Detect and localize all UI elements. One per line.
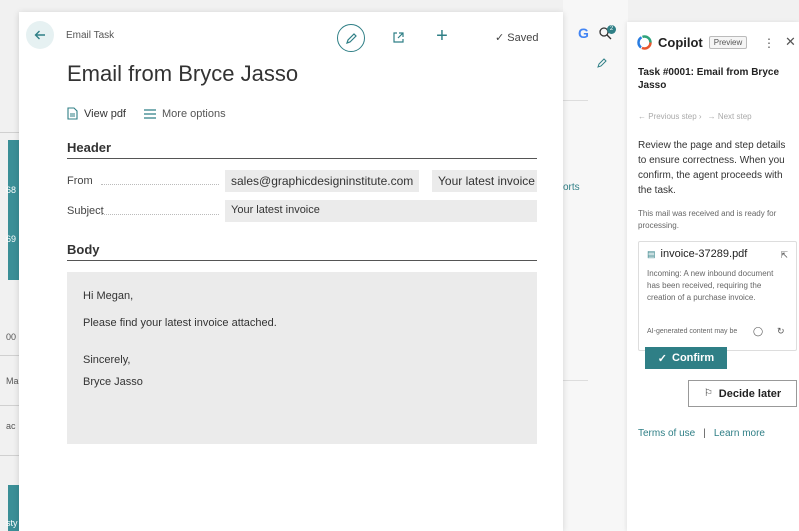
background-divider [0,355,20,356]
link-separator: | [703,428,706,439]
document-icon [67,107,78,120]
page-title: Email from Bryce Jasso [67,61,299,86]
header-section-title: Header [67,140,537,159]
arrow-left-icon [34,30,45,40]
pencil-icon [345,32,357,44]
learn-more-link[interactable]: Learn more [714,428,765,439]
add-button[interactable]: + [433,26,451,46]
google-icon[interactable]: G [578,25,589,41]
copilot-title: Copilot [658,35,703,50]
copilot-header: Copilot Preview [637,35,748,50]
field-leader-dots [101,184,219,185]
attachment-card: ▤ invoice-37289.pdf ⇱ Incoming: A new in… [638,241,797,351]
action-bar: View pdf More options [67,107,226,120]
copilot-note: This mail was received and is ready for … [638,209,777,230]
field-leader-dots [101,214,219,215]
confirm-label: Confirm [672,352,715,364]
background-link[interactable]: orts [563,182,580,193]
background-fragment: 69 [6,234,17,244]
subject-field[interactable]: Your latest invoice [225,200,537,222]
background-fragment: 68 [6,185,17,195]
pencil-icon[interactable] [597,58,607,68]
saved-label: Saved [507,32,539,44]
next-step-label: Next step [717,112,752,121]
flag-icon: ⚐ [703,388,713,399]
menu-icon [144,108,156,119]
subject-label: Subject [67,205,104,217]
view-pdf-action[interactable]: View pdf [67,107,126,120]
notification-badge: 2 [607,25,616,34]
copilot-panel: Copilot Preview ⋮ ✕ Task #0001: Email fr… [627,22,799,531]
attachment-name: invoice-37289.pdf [660,248,748,260]
more-options-icon[interactable]: ⋮ [763,36,775,50]
background-fragment: Ma [6,376,19,386]
step-navigation: ← Previous step › → Next step [638,112,752,121]
background-middle-pane [563,0,628,531]
share-button[interactable] [389,28,407,46]
background-fragment: sty [6,518,18,528]
decide-later-label: Decide later [718,387,782,400]
body-line: Please find your latest invoice attached… [83,317,277,330]
breadcrumb: Email Task [66,30,115,41]
body-section-title: Body [67,242,537,261]
previous-step-label: Previous step [648,112,697,121]
previous-step-button[interactable]: ← Previous step › [638,112,702,121]
body-closing: Sincerely, [83,354,131,367]
body-greeting: Hi Megan, [83,290,134,302]
background-fragment: ac [6,421,16,431]
background-divider [0,405,20,406]
background-fragment: 00 [6,332,17,342]
plus-icon: + [436,25,448,47]
background-divider [563,100,588,101]
confirm-button[interactable]: ✓ Confirm [645,347,727,369]
saved-status: ✓ Saved [495,31,538,44]
background-divider [563,380,588,381]
checkmark-icon: ✓ [657,352,668,365]
attachment-summary: Incoming: A new inbound document has bee… [647,269,774,302]
background-divider [0,132,20,133]
ai-disclaimer: AI-generated content may be [647,328,738,335]
view-pdf-label: View pdf [84,107,126,120]
next-step-button[interactable]: → Next step [708,112,752,121]
preview-badge: Preview [708,36,748,49]
task-title: Task #0001: Email from Bryce Jasso [638,67,780,91]
open-external-icon[interactable]: ⇱ [780,250,788,261]
more-options-action[interactable]: More options [144,108,226,120]
from-secondary-field[interactable]: Your latest invoice [432,170,537,192]
refresh-icon[interactable]: ↻ [777,326,785,337]
terms-of-use-link[interactable]: Terms of use [638,428,695,439]
background-divider [0,455,20,456]
edit-button[interactable] [337,24,365,52]
checkmark-icon: ✓ [495,32,505,44]
email-body: Hi Megan, Please find your latest invoic… [67,272,537,444]
share-icon [392,31,404,43]
close-icon[interactable]: ✕ [785,34,796,50]
copilot-description: Review the page and step details to ensu… [638,140,786,196]
more-options-label: More options [162,107,226,120]
decide-later-button[interactable]: ⚐ Decide later [688,380,797,407]
file-icon: ▤ [647,248,656,259]
copilot-logo-icon [637,35,652,50]
from-field[interactable]: sales@graphicdesigninstitute.com [225,170,419,192]
attachment-file[interactable]: ▤ invoice-37289.pdf [647,248,788,260]
body-signature: Bryce Jasso [83,375,143,388]
back-button[interactable] [26,21,54,49]
feedback-icon[interactable]: ◯ [753,326,763,337]
from-label: From [67,175,93,187]
email-task-card: Email Task + ✓ Saved Email from Bryce Ja… [19,12,563,531]
footer-links: Terms of use | Learn more [638,428,765,439]
